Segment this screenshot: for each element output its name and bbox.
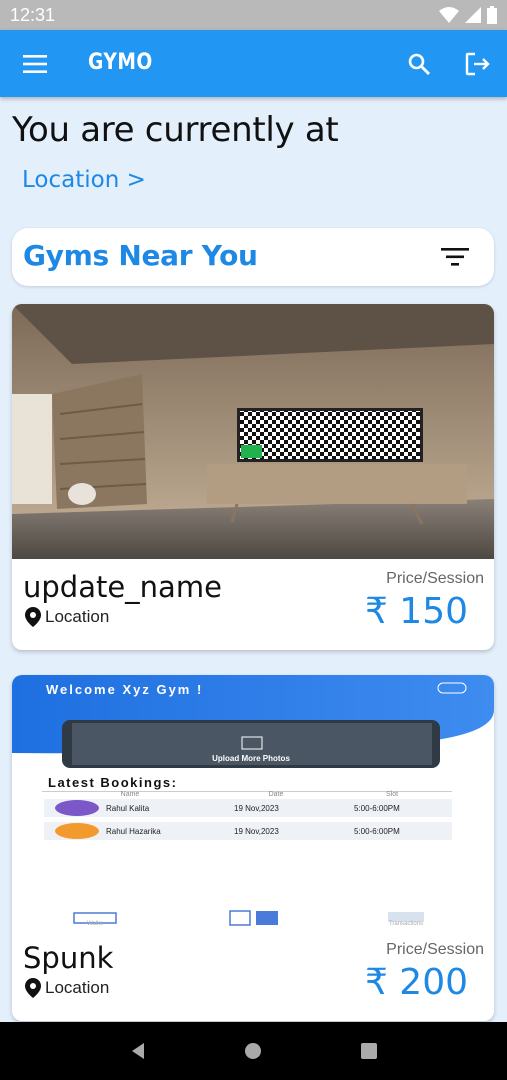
recents-icon: [361, 1043, 378, 1059]
screenshot-row2-date: 19 Nov,2023: [234, 827, 279, 836]
price-label: Price/Session: [386, 570, 484, 587]
screenshot-col-slot: Slot: [386, 791, 398, 798]
screenshot-row1-slot: 5:00-6:00PM: [354, 804, 400, 813]
section-header: Gyms Near You: [12, 228, 494, 286]
gym-card[interactable]: Welcome Xyz Gym ! Upload More Photos Lat…: [12, 675, 494, 1021]
gym-location: Location: [25, 607, 109, 627]
screenshot-tab-walks: Walks: [87, 921, 103, 927]
status-time: 12:31: [10, 4, 56, 25]
search-icon: [408, 53, 430, 75]
gym-price: ₹ 150: [364, 591, 468, 632]
location-pin-icon: [25, 978, 41, 998]
system-nav-bar: [0, 1022, 507, 1080]
screenshot-welcome: Welcome Xyz Gym !: [46, 682, 203, 697]
signal-icon: [465, 7, 481, 23]
gym-price: ₹ 200: [364, 962, 468, 1003]
gym-location: Location: [25, 978, 109, 998]
location-pin-icon: [25, 607, 41, 627]
location-link[interactable]: Location >: [22, 167, 146, 193]
screenshot-tab-transactions: Transactions: [389, 921, 423, 927]
filter-icon: [441, 248, 469, 266]
gym-name: Spunk: [23, 941, 114, 975]
page-heading: You are currently at: [12, 110, 339, 150]
menu-button[interactable]: [20, 50, 50, 78]
screenshot-col-date: Date: [269, 791, 284, 798]
screenshot-row2-name: Rahul Hazarika: [106, 827, 161, 836]
status-icons: [439, 6, 497, 24]
home-button[interactable]: [233, 1031, 273, 1071]
screenshot-col-name: Name: [121, 791, 140, 798]
gym-name: update_name: [23, 570, 222, 604]
logout-icon: [465, 52, 490, 76]
app-bar: GYMO: [0, 30, 507, 97]
screenshot-row1-name: Rahul Kalita: [106, 804, 150, 813]
back-icon: [131, 1043, 144, 1059]
recents-button[interactable]: [349, 1031, 389, 1071]
menu-icon: [23, 55, 47, 73]
logout-button[interactable]: [462, 49, 494, 79]
gym-photo: [12, 304, 494, 559]
app-title: GYMO: [88, 50, 153, 75]
gym-card[interactable]: update_name Location Price/Session ₹ 150: [12, 304, 494, 650]
search-button[interactable]: [404, 49, 434, 79]
section-title: Gyms Near You: [23, 239, 258, 272]
gym-location-label: Location: [45, 607, 110, 626]
screenshot-row1-date: 19 Nov,2023: [234, 804, 279, 813]
price-label: Price/Session: [386, 941, 484, 958]
gym-photo: Welcome Xyz Gym ! Upload More Photos Lat…: [12, 675, 494, 907]
screenshot-latest: Latest Bookings:: [48, 775, 177, 790]
screenshot-row2-slot: 5:00-6:00PM: [354, 827, 400, 836]
home-icon: [245, 1043, 262, 1059]
filter-button[interactable]: [437, 242, 473, 272]
screenshot-upload: Upload More Photos: [212, 754, 290, 763]
status-bar: 12:31: [0, 0, 507, 30]
back-button[interactable]: [118, 1031, 158, 1071]
wifi-icon: [439, 7, 459, 23]
battery-icon: [487, 6, 497, 24]
screenshot-tabbar: Walks Transactions: [12, 907, 494, 927]
gym-location-label: Location: [45, 978, 110, 997]
